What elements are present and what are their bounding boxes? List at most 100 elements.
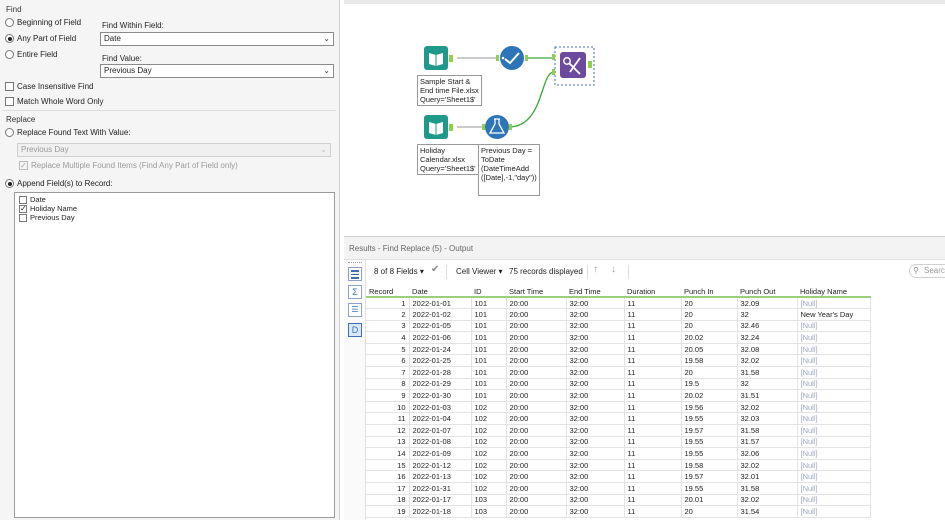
table-cell[interactable]: 101 [470,354,507,368]
arrow-up-icon[interactable]: ↑ [593,264,598,275]
input-data-tool-2[interactable] [424,115,453,139]
table-cell[interactable]: 2022-01-28 [408,366,472,379]
table-cell[interactable]: [Null] [796,505,871,518]
table-cell[interactable]: New Year's Day [796,308,871,321]
table-cell[interactable]: 2022-01-04 [408,412,472,426]
table-cell[interactable]: 20:00 [505,458,567,472]
table-cell[interactable]: [Null] [796,389,871,402]
formula-tool[interactable] [482,115,512,139]
table-cell[interactable]: 2022-01-05 [408,319,472,333]
find-within-field-dropdown[interactable]: Date ⌄ [100,32,334,46]
record-number-cell[interactable]: 15 [366,458,410,472]
table-row[interactable]: 9 2022-01-30 101 20:00 32:00 11 20.02 31.51 [Nul… [366,389,871,402]
table-cell[interactable]: 20 [680,319,738,333]
table-cell[interactable]: 20 [680,366,738,379]
table-cell[interactable]: 102 [470,482,507,495]
table-cell[interactable]: 32.09 [736,296,798,310]
table-cell[interactable]: 19.55 [680,435,738,449]
column-header[interactable]: Punch In [681,286,737,298]
table-cell[interactable]: 102 [470,458,507,472]
table-cell[interactable]: 31.58 [736,424,798,437]
table-cell[interactable]: 20:00 [505,482,567,495]
table-cell[interactable]: [Null] [796,470,871,483]
table-cell[interactable]: 20:00 [505,331,567,344]
entire-field-radio[interactable] [5,50,14,59]
replace-found-text-radio[interactable] [5,128,14,137]
table-row[interactable]: 3 2022-01-05 101 20:00 32:00 11 20 32.46 [Null] [366,319,871,333]
column-header[interactable]: End Time [566,286,624,298]
table-cell[interactable]: 101 [470,296,507,310]
table-cell[interactable]: 32 [736,308,798,321]
column-header[interactable]: Record [366,286,409,298]
apply-check-icon[interactable]: ✔ [431,264,439,275]
table-row[interactable]: 19 2022-01-18 103 20:00 32:00 11 20 31.54 [Null] [366,505,871,518]
table-cell[interactable]: 32:00 [565,424,625,437]
record-number-cell[interactable]: 2 [366,308,410,321]
record-number-cell[interactable]: 8 [366,377,410,391]
table-row[interactable]: 10 2022-01-03 102 20:00 32:00 11 19.56 32.02 [Nu… [366,400,871,414]
table-cell[interactable]: [Null] [796,296,871,310]
select-tool[interactable] [496,46,528,70]
table-cell[interactable]: 20:00 [505,366,567,379]
table-cell[interactable]: 2022-01-30 [408,389,472,402]
table-cell[interactable]: 11 [623,505,682,518]
table-cell[interactable]: 32 [736,377,798,391]
table-cell[interactable]: 2022-01-18 [408,505,472,518]
table-cell[interactable]: 2022-01-08 [408,435,472,449]
table-cell[interactable]: 20:00 [505,389,567,402]
record-number-cell[interactable]: 7 [366,366,410,379]
table-cell[interactable]: [Null] [796,482,871,495]
table-cell[interactable]: 32:00 [565,319,625,333]
table-cell[interactable]: 19.5 [680,377,738,391]
table-cell[interactable]: [Null] [796,412,871,426]
table-cell[interactable]: 20:00 [505,505,567,518]
table-cell[interactable]: 20:00 [505,470,567,483]
table-row[interactable]: 6 2022-01-25 101 20:00 32:00 11 19.58 32.02 [Nul… [366,354,871,368]
table-row[interactable]: 5 2022-01-24 101 20:00 32:00 11 20.05 32.08 [Nul… [366,342,871,356]
table-cell[interactable]: 102 [470,435,507,449]
table-cell[interactable]: 20:00 [505,435,567,449]
column-header[interactable]: ID [471,286,506,298]
table-cell[interactable]: 102 [470,470,507,483]
record-number-cell[interactable]: 18 [366,493,410,507]
any-part-of-field-radio[interactable] [5,34,14,43]
table-cell[interactable]: [Null] [796,447,871,460]
table-cell[interactable]: 11 [623,493,682,507]
table-row[interactable]: 13 2022-01-08 102 20:00 32:00 11 19.55 31.57 [Nu… [366,435,871,449]
arrow-down-icon[interactable]: ↓ [611,264,616,275]
table-cell[interactable]: 2022-01-01 [408,296,472,310]
append-field-item-holiday-name[interactable]: ✓ Holiday Name [19,204,77,213]
record-number-cell[interactable]: 16 [366,470,410,483]
table-cell[interactable]: 2022-01-25 [408,354,472,368]
append-field-checkbox[interactable]: ✓ [19,204,27,213]
table-cell[interactable]: 2022-01-07 [408,424,472,437]
table-cell[interactable]: 101 [470,377,507,391]
table-cell[interactable]: 19.56 [680,400,738,414]
column-header[interactable]: Start Time [506,286,566,298]
table-cell[interactable]: 103 [470,505,507,518]
table-cell[interactable]: 11 [623,458,682,472]
table-cell[interactable]: 19.57 [680,470,738,483]
table-cell[interactable]: 31.58 [736,482,798,495]
table-cell[interactable]: 19.57 [680,424,738,437]
table-cell[interactable]: 2022-01-09 [408,447,472,460]
table-cell[interactable]: 11 [623,389,682,402]
table-cell[interactable]: 32:00 [565,458,625,472]
table-cell[interactable]: 20 [680,296,738,310]
case-insensitive-checkbox[interactable] [5,82,14,91]
table-cell[interactable]: [Null] [796,435,871,449]
table-cell[interactable]: 32:00 [565,505,625,518]
column-header[interactable]: Holiday Name [797,286,870,298]
table-row[interactable]: 12 2022-01-07 102 20:00 32:00 11 19.57 31.58 [Nu… [366,424,871,437]
table-cell[interactable]: 31.57 [736,435,798,449]
table-cell[interactable]: 32:00 [565,389,625,402]
table-cell[interactable]: 32.02 [736,400,798,414]
append-field-item-date[interactable]: Date [19,195,46,204]
metadata-icon[interactable]: Σ [348,285,362,299]
replace-multiple-checkbox[interactable]: ✓ [19,161,28,170]
record-number-cell[interactable]: 14 [366,447,410,460]
table-cell[interactable]: 32:00 [565,354,625,368]
table-cell[interactable]: 32:00 [565,435,625,449]
table-cell[interactable]: 101 [470,389,507,402]
record-number-cell[interactable]: 6 [366,354,410,368]
